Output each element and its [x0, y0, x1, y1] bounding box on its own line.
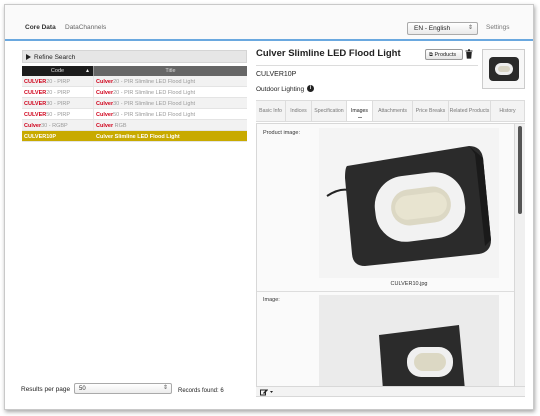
image-label: Image:: [263, 297, 280, 303]
nav-data-channels[interactable]: DataChannels: [65, 24, 106, 31]
content-scrollbar[interactable]: [515, 123, 525, 387]
tab-price-breaks[interactable]: Price Breaks: [413, 101, 449, 121]
results-per-page-value: 50: [79, 386, 86, 392]
products-button-label: Products: [434, 52, 457, 58]
cell-code: CULVER30 - PIRP: [22, 98, 93, 108]
sort-icon: ▴: [85, 68, 89, 74]
table-row[interactable]: Culver30 - RGBP Culver RGB: [22, 120, 247, 131]
match-highlight: Culver: [96, 90, 114, 96]
language-select[interactable]: EN - English ⇕: [407, 22, 478, 35]
divider: [256, 65, 478, 66]
match-highlight: Culver: [96, 101, 114, 107]
title-text: 20 - PIR Slimline LED Flood Light: [113, 90, 196, 96]
table-row[interactable]: CULVER20 - PIRP Culver20 - PIR Slimline L…: [22, 87, 247, 98]
tab-basic-info[interactable]: Basic Info: [256, 101, 286, 121]
content-toolbar: [256, 387, 525, 397]
records-found: Records found: 6: [178, 388, 224, 394]
table-row[interactable]: CULVER30 - PIRP Culver30 - PIR Slimline L…: [22, 98, 247, 109]
product-thumbnail[interactable]: [482, 49, 525, 89]
grid-body: CULVER20 - PIRP Culver20 - PIR Slimline L…: [22, 76, 247, 142]
cell-title: Culver20 - PIR Slimline LED Flood Light: [93, 87, 247, 97]
tab-related-products[interactable]: Related Products: [449, 101, 491, 121]
edit-icon[interactable]: [260, 388, 274, 396]
match-highlight: CULVER: [24, 101, 47, 107]
secondary-image[interactable]: [319, 295, 499, 386]
cell-title: Culver Slimline LED Flood Light: [93, 131, 247, 141]
results-per-page-label: Results per page: [21, 386, 71, 393]
match-highlight: CULVER: [24, 112, 47, 118]
match-highlight: Culver: [24, 123, 42, 129]
product-code: CULVER10P: [256, 71, 297, 78]
floodlight-thumbnail-image: [489, 57, 519, 81]
code-text: 50 - PIRP: [46, 112, 71, 118]
column-header-title[interactable]: Title: [93, 66, 247, 76]
table-row[interactable]: CULVER20 - PIRP Culver20 - PIR Slimline L…: [22, 76, 247, 87]
column-header-code[interactable]: Code ▴: [22, 66, 93, 76]
cell-code: CULVER50 - PIRP: [22, 109, 93, 119]
code-text: 30 - PIRP: [46, 101, 71, 107]
code-text: CULVER10P: [24, 134, 56, 140]
table-row[interactable]: CULVER10P Culver Slimline LED Flood Light: [22, 131, 247, 142]
divider: [257, 291, 514, 292]
product-title: Culver Slimline LED Flood Light: [256, 48, 401, 59]
cell-code: CULVER20 - PIRP: [22, 76, 93, 86]
images-tab-content: Product image: CULVER10.jpg Image:: [256, 123, 515, 387]
match-highlight: Culver: [96, 123, 114, 129]
title-text: 30 - PIR Slimline LED Flood Light: [113, 101, 196, 107]
title-text: 20 - PIR Slimline LED Flood Light: [113, 79, 196, 85]
table-row[interactable]: CULVER50 - PIRP Culver50 - PIR Slimline L…: [22, 109, 247, 120]
title-text: RGB: [113, 123, 127, 129]
results-grid: Code ▴ Title CULVER20 - PIRP Culver20 - P…: [22, 66, 247, 142]
top-navigation: Core Data DataChannels EN - English ⇕ Se…: [5, 5, 533, 41]
tab-history[interactable]: History: [491, 101, 525, 121]
refine-search-toggle[interactable]: Refine Search: [22, 50, 247, 63]
match-highlight: Culver: [96, 112, 114, 118]
match-highlight: CULVER: [24, 90, 47, 96]
app-window: Core Data DataChannels EN - English ⇕ Se…: [4, 4, 534, 410]
cell-title: Culver50 - PIR Slimline LED Flood Light: [93, 109, 247, 119]
product-image[interactable]: [319, 128, 499, 278]
image-caption: CULVER10.jpg: [390, 281, 428, 287]
tab-specification[interactable]: Specification: [312, 101, 347, 121]
title-text: 50 - PIR Slimline LED Flood Light: [113, 112, 196, 118]
cell-title: Culver30 - PIR Slimline LED Flood Light: [93, 98, 247, 108]
select-arrows-icon: ⇕: [467, 25, 473, 31]
product-tabs: Basic Info Indices Specification Images Atta…: [256, 100, 525, 122]
match-highlight: Culver: [96, 79, 114, 85]
cell-code: Culver30 - RGBP: [22, 120, 93, 130]
cell-code: CULVER10P: [22, 131, 93, 141]
code-text: 30 - RGBP: [41, 123, 68, 129]
language-value: EN - English: [414, 25, 451, 32]
cell-title: Culver20 - PIR Slimline LED Flood Light: [93, 76, 247, 86]
title-text: Culver Slimline LED Flood Light: [96, 134, 180, 140]
tab-attachments[interactable]: Attachments: [373, 101, 413, 121]
product-image-label: Product image:: [263, 130, 300, 136]
nav-core-data[interactable]: Core Data: [25, 24, 56, 31]
results-per-page-select[interactable]: 50 ⇕: [74, 383, 172, 394]
products-icon: ⧉: [429, 52, 433, 58]
select-arrows-icon: ⇕: [162, 385, 168, 391]
tab-images[interactable]: Images: [347, 101, 373, 121]
floodlight-angle-image: [319, 295, 499, 386]
cell-code: CULVER20 - PIRP: [22, 87, 93, 97]
match-highlight: CULVER: [24, 79, 47, 85]
product-category[interactable]: Outdoor Lighting: [256, 86, 304, 93]
grid-header: Code ▴ Title: [22, 66, 247, 76]
cell-title: Culver RGB: [93, 120, 247, 130]
code-text: 20 - PIRP: [46, 79, 71, 85]
code-text: 20 - PIRP: [46, 90, 71, 96]
scrollbar-thumb[interactable]: [518, 126, 522, 214]
floodlight-image: [319, 128, 499, 278]
products-button[interactable]: ⧉ Products: [425, 49, 463, 60]
expand-arrow-icon: [26, 54, 31, 60]
tab-indices[interactable]: Indices: [286, 101, 312, 121]
nav-settings[interactable]: Settings: [486, 24, 510, 31]
info-icon[interactable]: i: [307, 85, 314, 92]
refine-search-label: Refine Search: [34, 54, 76, 61]
trash-icon[interactable]: [465, 49, 473, 59]
